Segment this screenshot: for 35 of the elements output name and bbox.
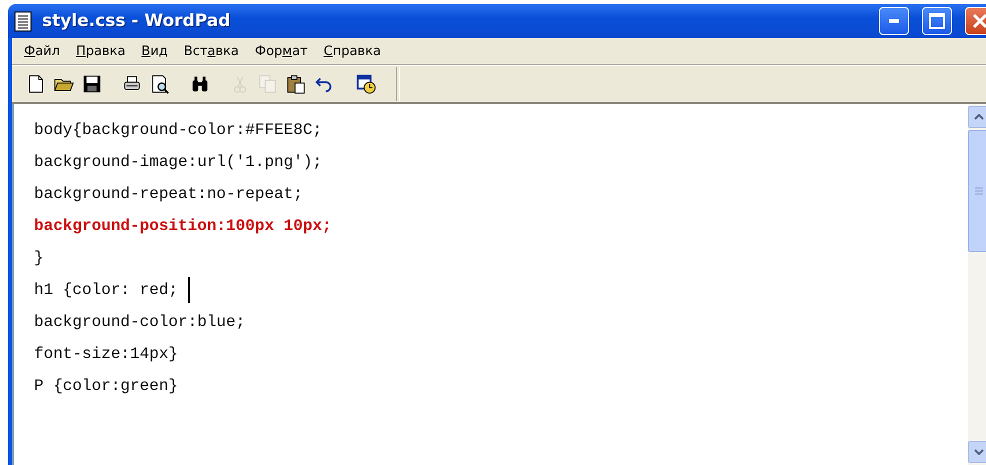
code-line: background-position:100px 10px; bbox=[34, 216, 332, 237]
magnifier-page-icon bbox=[149, 73, 171, 95]
chevron-up-icon bbox=[974, 114, 984, 120]
maximize-button[interactable] bbox=[922, 7, 952, 35]
code-line: body{background-color:#FFEE8C; bbox=[34, 120, 322, 141]
scroll-thumb[interactable] bbox=[968, 130, 986, 252]
copy-pages-icon bbox=[257, 73, 279, 95]
menu-item[interactable]: Правка bbox=[70, 42, 132, 60]
minimize-button[interactable] bbox=[879, 7, 909, 35]
menu-item[interactable]: Вставка bbox=[178, 42, 245, 60]
chevron-down-icon bbox=[974, 449, 984, 455]
code-line: background-repeat:no-repeat; bbox=[34, 184, 303, 205]
close-icon bbox=[972, 13, 986, 29]
scroll-down-button[interactable] bbox=[968, 441, 986, 463]
vertical-scrollbar[interactable] bbox=[968, 104, 986, 465]
code-line: P {color:green} bbox=[34, 376, 178, 397]
scroll-up-button[interactable] bbox=[968, 106, 986, 128]
notepad-icon bbox=[14, 10, 32, 32]
code-line: background-color:blue; bbox=[34, 312, 246, 333]
calendar-clock-icon bbox=[355, 73, 377, 95]
code-line: } bbox=[34, 248, 44, 269]
text-area[interactable]: body{background-color:#FFEE8C; background-image:url('1.png'); background-repeat:no-repeat; background-position:100px 10px; } h1 {color: red; background-color:blue; font-size:14px} P {color:green} bbox=[12, 104, 986, 465]
menu-item[interactable]: Файл bbox=[18, 42, 66, 60]
menu-item[interactable]: Вид bbox=[135, 42, 174, 60]
code-line: font-size:14px} bbox=[34, 344, 178, 365]
maximize-icon bbox=[929, 13, 945, 29]
code-line: background-image:url('1.png'); bbox=[34, 152, 322, 173]
minimize-icon bbox=[889, 19, 899, 23]
calendar-clock-button[interactable] bbox=[354, 72, 378, 96]
menu-item[interactable]: Справка bbox=[318, 42, 387, 60]
clipboard-icon bbox=[285, 73, 307, 95]
menu-item[interactable]: Формат bbox=[248, 42, 314, 60]
window-title: style.css - WordPad bbox=[42, 11, 232, 31]
code-line: h1 {color: red; bbox=[34, 280, 180, 301]
close-button[interactable] bbox=[965, 7, 986, 35]
